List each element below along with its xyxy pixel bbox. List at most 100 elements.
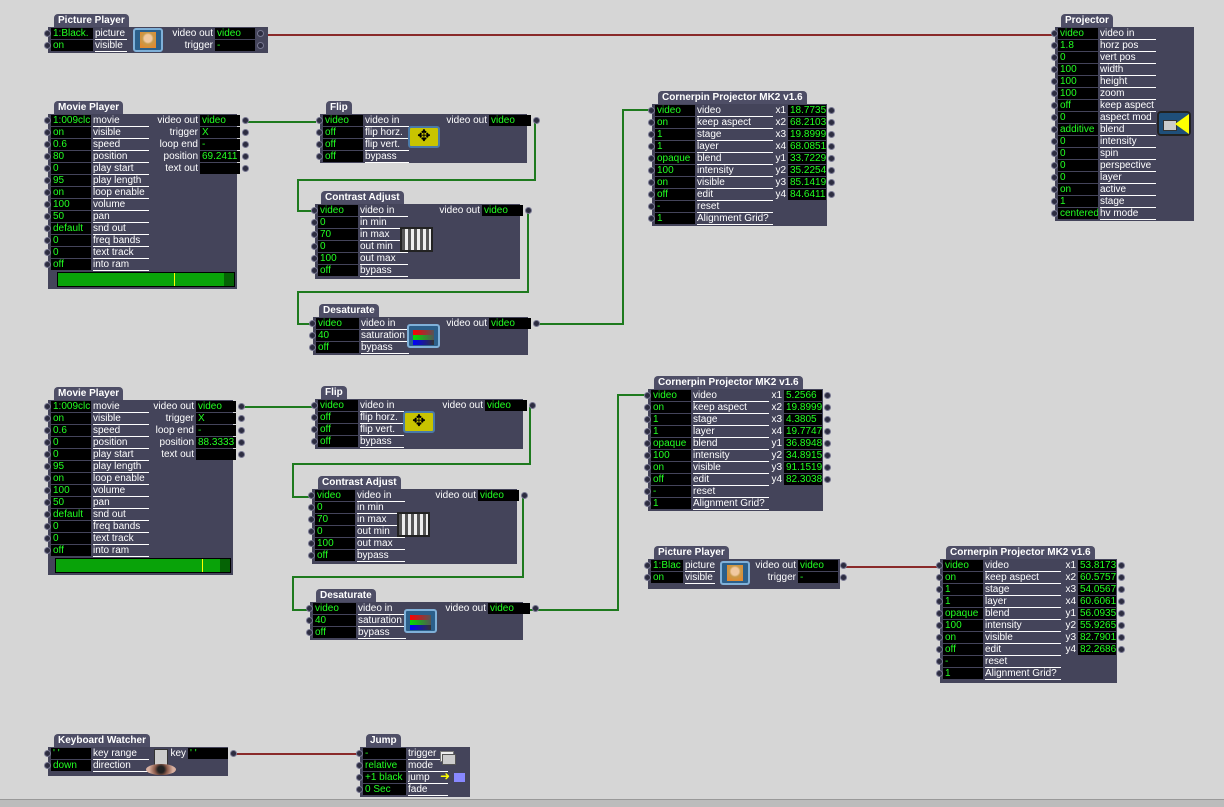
output-value-field[interactable]: video (215, 28, 255, 39)
output-value-field[interactable]: 56.0935 (1078, 608, 1116, 619)
node-title[interactable]: Movie Player (54, 387, 124, 400)
output-port[interactable] (828, 119, 835, 126)
output-value-field[interactable]: 88.3333 (196, 437, 236, 448)
input-port[interactable] (311, 414, 318, 421)
output-port[interactable] (828, 179, 835, 186)
input-value-field[interactable]: down (51, 760, 91, 771)
output-port[interactable] (242, 117, 249, 124)
output-value-field[interactable]: video (485, 400, 527, 411)
input-port[interactable] (1051, 138, 1058, 145)
movie-progress-bar[interactable] (57, 272, 235, 287)
input-port[interactable] (311, 426, 318, 433)
output-value-field[interactable]: 85.1419 (788, 177, 826, 188)
input-port[interactable] (311, 267, 318, 274)
output-value-field[interactable]: 60.6061 (1078, 596, 1116, 607)
input-value-field[interactable]: on (51, 473, 91, 484)
output-port[interactable] (1118, 634, 1125, 641)
input-port[interactable] (316, 129, 323, 136)
output-port[interactable] (1118, 622, 1125, 629)
input-value-field[interactable]: 50 (51, 497, 91, 508)
output-port[interactable] (1118, 598, 1125, 605)
input-port[interactable] (44, 511, 51, 518)
input-value-field[interactable]: 0 (315, 526, 355, 537)
input-value-field[interactable]: 0 (1058, 160, 1098, 171)
input-value-field[interactable]: off (323, 127, 363, 138)
input-value-field[interactable]: relative (363, 760, 406, 771)
node-title[interactable]: Desaturate (319, 304, 379, 317)
input-port[interactable] (44, 535, 51, 542)
input-port[interactable] (1051, 114, 1058, 121)
output-value-field[interactable]: 82.3038 (784, 474, 822, 485)
output-value-field[interactable]: 60.5757 (1078, 572, 1116, 583)
output-port[interactable] (828, 131, 835, 138)
output-value-field[interactable]: video (489, 318, 531, 329)
input-port[interactable] (1051, 78, 1058, 85)
input-port[interactable] (44, 463, 51, 470)
node-title[interactable]: Cornerpin Projector MK2 v1.6 (946, 546, 1095, 559)
input-port[interactable] (44, 762, 51, 769)
video-patch-cord[interactable] (535, 109, 650, 325)
input-port[interactable] (644, 500, 651, 507)
output-port[interactable] (533, 320, 540, 327)
input-port[interactable] (356, 774, 363, 781)
output-value-field[interactable]: 35.2254 (788, 165, 826, 176)
input-value-field[interactable]: 100 (1058, 88, 1098, 99)
input-value-field[interactable]: - (943, 656, 983, 667)
output-port[interactable] (824, 476, 831, 483)
output-port[interactable] (257, 30, 264, 37)
output-port[interactable] (828, 143, 835, 150)
input-port[interactable] (644, 488, 651, 495)
playhead-marker[interactable] (202, 559, 204, 572)
output-port[interactable] (840, 562, 847, 569)
output-port[interactable] (828, 155, 835, 162)
node-title[interactable]: Cornerpin Projector MK2 v1.6 (658, 91, 807, 104)
input-port[interactable] (306, 629, 313, 636)
output-port[interactable] (532, 605, 539, 612)
input-port[interactable] (44, 249, 51, 256)
node-title[interactable]: Projector (1061, 14, 1113, 27)
input-port[interactable] (308, 516, 315, 523)
input-value-field[interactable]: off (313, 627, 356, 638)
input-port[interactable] (356, 786, 363, 793)
output-value-field[interactable]: 84.6411 (788, 189, 826, 200)
output-port[interactable] (828, 191, 835, 198)
input-value-field[interactable]: 40 (313, 615, 356, 626)
input-port[interactable] (316, 141, 323, 148)
output-port[interactable] (824, 416, 831, 423)
input-value-field[interactable]: off (323, 151, 363, 162)
input-port[interactable] (308, 504, 315, 511)
input-port[interactable] (309, 332, 316, 339)
node-title[interactable]: Picture Player (54, 14, 129, 27)
output-value-field[interactable]: 55.9265 (1078, 620, 1116, 631)
input-value-field[interactable]: 100 (315, 538, 355, 549)
input-value-field[interactable]: off (318, 436, 358, 447)
input-port[interactable] (1051, 150, 1058, 157)
output-port[interactable] (824, 440, 831, 447)
output-port[interactable] (238, 451, 245, 458)
output-value-field[interactable]: 54.0567 (1078, 584, 1116, 595)
input-value-field[interactable]: off (1058, 100, 1098, 111)
output-value-field[interactable]: X (200, 127, 240, 138)
input-port[interactable] (308, 528, 315, 535)
input-port[interactable] (1051, 42, 1058, 49)
output-port[interactable] (257, 42, 264, 49)
input-port[interactable] (44, 177, 51, 184)
input-value-field[interactable]: 0 (51, 235, 91, 246)
input-port[interactable] (1051, 54, 1058, 61)
output-value-field[interactable]: 5.2566 (784, 390, 822, 401)
input-port[interactable] (44, 261, 51, 268)
input-value-field[interactable]: 0 (1058, 172, 1098, 183)
input-port[interactable] (1051, 186, 1058, 193)
output-value-field[interactable]: 68.2103 (788, 117, 826, 128)
input-value-field[interactable]: - (655, 201, 695, 212)
input-port[interactable] (936, 658, 943, 665)
input-value-field[interactable]: 1 (651, 498, 691, 509)
output-value-field[interactable]: video (489, 115, 531, 126)
input-value-field[interactable]: 50 (51, 211, 91, 222)
input-port[interactable] (44, 499, 51, 506)
output-value-field[interactable]: video (482, 205, 523, 216)
input-port[interactable] (1051, 102, 1058, 109)
node-title[interactable]: Flip (321, 386, 347, 399)
output-value-field[interactable]: 19.8999 (788, 129, 826, 140)
input-port[interactable] (1051, 198, 1058, 205)
